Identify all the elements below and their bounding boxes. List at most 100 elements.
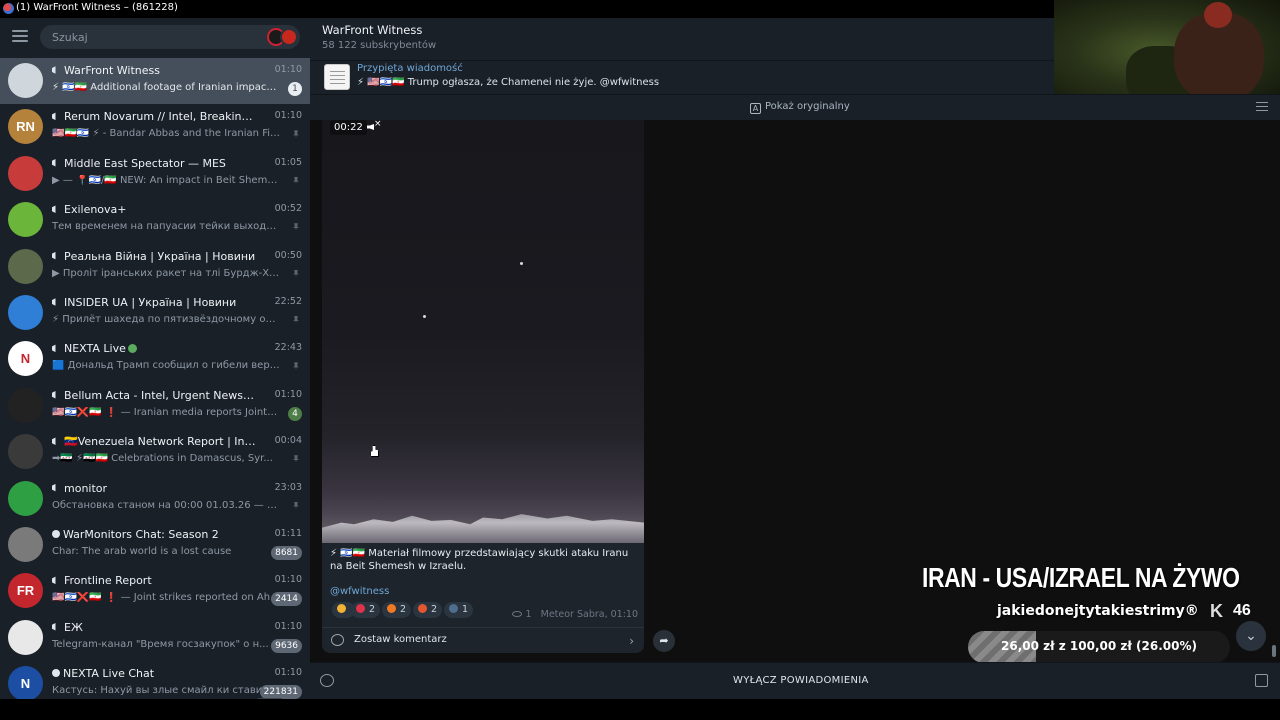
stream-overlay-title: IRAN - USA/IZRAEL NA ŻYWO (922, 562, 1240, 593)
chat-time: 01:11 (274, 528, 302, 539)
fire-icon (387, 604, 396, 613)
pinned-message-bar[interactable]: Przypięta wiadomość ⚡ 🇺🇸🇮🇱🇮🇷 Trump ogłas… (310, 60, 1054, 94)
chat-avatar (8, 248, 43, 284)
chat-name: Frontline Report (52, 574, 257, 587)
account-avatar-secondary[interactable] (280, 28, 298, 46)
chat-avatar: RN (8, 109, 43, 145)
chat-time: 00:52 (274, 203, 302, 215)
hamburger-menu-icon[interactable] (12, 30, 28, 43)
chat-item[interactable]: WarMonitors Chat: Season 2 01:11 Char: The… (0, 522, 310, 568)
chat-time: 01:10 (274, 574, 302, 586)
chat-scrollbar[interactable] (1272, 645, 1276, 657)
chat-time: 00:04 (274, 435, 302, 447)
light-point (423, 315, 426, 318)
chat-time: 23:03 (274, 481, 302, 493)
chat-item[interactable]: FR Frontline Report 01:10 🇺🇸🇮🇱❌🇮🇷 ❗ — Joint… (0, 568, 310, 614)
show-original-label: Pokaż oryginalny (765, 101, 850, 112)
chat-item[interactable]: 🇻🇪Venezuela Network Report | Intel, Urge… (0, 429, 310, 475)
channel-icon (52, 483, 57, 492)
star-icon (337, 604, 346, 613)
chat-name-text: Rerum Novarum // Intel, Breaking News, a… (64, 110, 257, 124)
chat-item[interactable]: Bellum Acta - Intel, Urgent News and Arc… (0, 383, 310, 429)
comment-label: Zostaw komentarz (354, 634, 447, 645)
mute-icon[interactable] (367, 120, 382, 132)
scroll-down-icon[interactable]: ⌄ (1236, 621, 1266, 651)
channel-title[interactable]: WarFront Witness (322, 23, 422, 37)
pinned-thumbnail (324, 64, 350, 90)
chat-item[interactable]: WarFront Witness 01:10 ⚡ 🇮🇱🇮🇷 Additional f… (0, 58, 310, 104)
show-original-button[interactable]: A Pokaż oryginalny (750, 101, 850, 114)
streamer-webcam (1054, 0, 1280, 94)
pinned-label: Przypięta wiadomość (357, 63, 463, 74)
translate-icon: A (750, 103, 761, 114)
chat-time: 01:10 (274, 388, 302, 400)
chat-name: INSIDER UA | Україна | Новини (52, 296, 257, 309)
channel-icon (52, 576, 57, 585)
chat-name: Bellum Acta - Intel, Urgent News and Arc… (52, 389, 257, 402)
leave-comment-button[interactable]: Zostaw komentarz › (322, 627, 644, 653)
mute-notifications-button[interactable]: WYŁĄCZ POWIADOMIENIA (733, 675, 869, 686)
channel-icon (52, 112, 57, 121)
message-meta: 1 Meteor Sabra, 01:10 (511, 609, 638, 620)
chat-item[interactable]: N NEXTA Live 22:43 🟦 Дональд Трамп сообщил … (0, 336, 310, 382)
account-avatars[interactable] (267, 28, 299, 46)
chat-name: WarFront Witness (52, 64, 257, 77)
reaction-count: 2 (369, 604, 376, 615)
reaction-crying-face[interactable]: 1 (444, 602, 474, 618)
chat-name-text: monitor (64, 481, 108, 495)
chat-item[interactable]: Middle East Spectator — MES 01:05 ▶ — 📍🇮🇱/… (0, 151, 310, 197)
chat-name-text: Exilenova+ (64, 203, 127, 217)
chat-avatar (8, 527, 43, 562)
reaction-count: 2 (400, 604, 407, 615)
chat-name: 🇻🇪Venezuela Network Report | Intel, Urge… (52, 435, 257, 448)
reaction-fire[interactable]: 2 (382, 602, 412, 618)
chat-item[interactable]: monitor 23:03 Обстановка станом на 00:00 0… (0, 476, 310, 522)
channel-icon (52, 344, 57, 353)
avatar-text: N (20, 676, 31, 692)
reaction-angry-face[interactable]: 2 (413, 602, 443, 618)
gift-icon[interactable] (1255, 674, 1268, 687)
search-input[interactable] (40, 25, 300, 49)
chat-item[interactable]: INSIDER UA | Україна | Новини 22:52 ⚡ Прил… (0, 290, 310, 336)
translation-settings-icon[interactable] (1256, 102, 1268, 113)
channel-header[interactable]: WarFront Witness 58 122 subskrybentów (310, 18, 1054, 60)
chat-item[interactable]: Реальна Війна | Україна | Новини 00:50 ▶ П… (0, 244, 310, 290)
discussion-icon[interactable] (320, 674, 334, 687)
chat-name: Exilenova+ (52, 203, 257, 216)
message-link[interactable]: @wfwitness (330, 586, 389, 597)
angry-face-icon (418, 604, 427, 613)
app-icon (3, 3, 14, 14)
channel-icon (52, 437, 57, 446)
verified-icon (127, 344, 137, 354)
unread-badge: 4 (288, 406, 302, 421)
chat-preview: Char: The arab world is a lost cause (52, 546, 232, 557)
chat-preview: Тем временем на папуасии тейки выходили … (52, 221, 280, 233)
chat-preview: Telegram-канал "Время госзакупок" о н... (52, 638, 269, 650)
channel-icon (52, 622, 57, 631)
chat-preview: ⚡ Прилёт шахеда по пятизвёздочному отел.… (52, 314, 280, 325)
pin-icon (293, 269, 299, 278)
chat-item[interactable]: N NEXTA Live Chat 01:10 Кастусь: Нахуй вы з… (0, 661, 310, 699)
chat-name: monitor (52, 482, 257, 495)
pin-icon (293, 362, 299, 371)
stream-overlay-handle: jakiedonejtytakiestrimy® (997, 603, 1199, 619)
chat-avatar (8, 619, 43, 655)
chat-preview: 🇺🇸🇮🇷🇮🇱 ⚡ - Bandar Abbas and the Iranian … (52, 128, 280, 140)
chat-item[interactable]: ЕЖ 01:10 Telegram-канал "Время госзакупок"… (0, 615, 310, 661)
chat-avatar (8, 295, 43, 330)
chat-name-text: WarMonitors Chat: Season 2 (63, 528, 219, 541)
light-point (520, 262, 523, 265)
reaction-count: 2 (431, 604, 438, 615)
chat-name-text: Middle East Spectator — MES (64, 156, 226, 170)
chat-time: 00:50 (274, 249, 302, 261)
window-title: (1) WarFront Witness – (861228) (16, 2, 178, 13)
chat-item[interactable]: RN Rerum Novarum // Intel, Breaking News,… (0, 104, 310, 150)
heart-icon (356, 604, 365, 613)
share-icon[interactable]: ➦ (653, 630, 675, 652)
video-player[interactable]: 00:22 (322, 120, 644, 543)
donation-goal-text: 26,00 zł z 100,00 zł (26.00%) (1001, 639, 1197, 653)
chat-name: NEXTA Live (52, 342, 257, 355)
channel-icon (52, 251, 57, 260)
chat-item[interactable]: Exilenova+ 00:52 Тем временем на папуасии … (0, 197, 310, 243)
reaction-heart[interactable]: 2 (351, 602, 381, 618)
